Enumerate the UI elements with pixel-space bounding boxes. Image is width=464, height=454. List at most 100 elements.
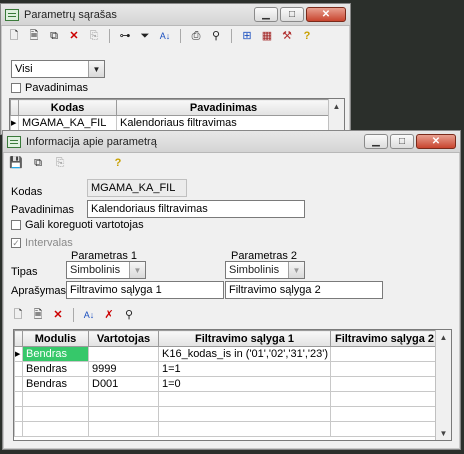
sort-az-icon[interactable]: A↓ <box>158 29 172 43</box>
cell-salyga1[interactable]: 1=0 <box>158 376 331 392</box>
table-row[interactable] <box>14 421 439 437</box>
pavadinimas-label: Pavadinimas <box>11 204 74 216</box>
tipas2-value: Simbolinis <box>229 264 280 276</box>
cell-modulis[interactable]: Bendras <box>22 361 89 377</box>
grid-toolbar: 🗋 🗎 ✕ A↓ ✗ ⚲ <box>11 305 136 325</box>
table-row[interactable] <box>14 391 439 407</box>
close-button[interactable]: ✕ <box>306 7 346 22</box>
hierarchy-icon[interactable]: ⧉ <box>31 156 45 170</box>
maximize-button[interactable]: □ <box>390 134 414 149</box>
parameter-list-window: Parametrų sąrašas ▁ □ ✕ 🗋 🗎 ⧉ ✕ ⎘ ⊶ ⏷ A↓… <box>0 3 351 135</box>
checkbox-label: Gali koreguoti vartotojas <box>25 219 144 231</box>
scroll-down-icon[interactable]: ▼ <box>436 426 451 440</box>
aprasymas-label: Aprašymas <box>11 285 67 297</box>
edit-document-icon[interactable]: 🗎 <box>27 29 41 43</box>
minimize-button[interactable]: ▁ <box>254 7 278 22</box>
cell-vartotojas[interactable]: 9999 <box>88 361 159 377</box>
pavadinimas-field[interactable]: Kalendoriaus filtravimas <box>87 200 305 218</box>
cell-salyga1[interactable]: 1=1 <box>158 361 331 377</box>
table-row[interactable]: Bendras D001 1=0 <box>14 376 439 392</box>
hierarchy-icon[interactable]: ⧉ <box>47 29 61 43</box>
cell-pavadinimas[interactable]: Kalendoriaus filtravimas <box>116 115 331 131</box>
binoculars-icon[interactable]: ⚲ <box>122 308 136 322</box>
tipas1-value: Simbolinis <box>70 264 121 276</box>
kodas-value: MGAMA_KA_FIL <box>91 182 176 194</box>
titlebar[interactable]: Informacija apie parametrą ▁ □ ✕ <box>3 131 460 153</box>
grid-icon[interactable]: ▦ <box>260 29 274 43</box>
tipas1-select[interactable]: Simbolinis ▼ <box>66 261 146 279</box>
cell-salyga2[interactable] <box>330 376 439 392</box>
table-row[interactable]: ▶ MGAMA_KA_FIL Kalendoriaus filtravimas <box>10 115 331 131</box>
table-row[interactable]: Bendras 9999 1=1 <box>14 361 439 377</box>
copy-icon[interactable]: ⎘ <box>87 29 101 43</box>
toolbar-separator <box>109 29 110 43</box>
cell-salyga2[interactable] <box>330 361 439 377</box>
chevron-down-icon[interactable]: ▼ <box>88 61 104 77</box>
name-checkbox[interactable]: Pavadinimas <box>11 82 88 94</box>
network-icon[interactable]: ⊞ <box>240 29 254 43</box>
cell-modulis[interactable]: Bendras <box>22 376 89 392</box>
aprasymas2-value: Filtravimo sąlyga 2 <box>229 284 321 296</box>
tipas2-select[interactable]: Simbolinis ▼ <box>225 261 305 279</box>
tools-icon[interactable]: ⚒ <box>280 29 294 43</box>
close-button[interactable]: ✕ <box>416 134 456 149</box>
cell-vartotojas[interactable] <box>88 346 159 362</box>
column-header-pavadinimas[interactable]: Pavadinimas <box>116 99 331 116</box>
tree-icon[interactable]: ⊶ <box>118 29 132 43</box>
copy-icon[interactable]: ⎘ <box>53 156 67 170</box>
checkbox-box[interactable] <box>11 220 21 230</box>
checkbox-label: Pavadinimas <box>25 82 88 94</box>
cell-salyga2[interactable] <box>330 346 439 362</box>
titlebar[interactable]: Parametrų sąrašas ▁ □ ✕ <box>1 4 350 26</box>
cell-modulis[interactable]: Bendras <box>22 346 89 362</box>
cell-vartotojas[interactable]: D001 <box>88 376 159 392</box>
column-header-kodas[interactable]: Kodas <box>18 99 117 116</box>
save-icon[interactable]: 💾 <box>9 156 23 170</box>
edit-row-icon[interactable]: 🗎 <box>31 308 45 322</box>
column-header-salyga1[interactable]: Filtravimo sąlyga 1 <box>158 330 331 347</box>
checkbox-label: Intervalas <box>25 237 73 249</box>
sort-az-icon[interactable]: A↓ <box>82 308 96 322</box>
row-indicator <box>14 361 23 377</box>
row-indicator <box>14 376 23 392</box>
vertical-scrollbar[interactable]: ▲ <box>328 99 344 131</box>
aprasymas1-field[interactable]: Filtravimo sąlyga 1 <box>66 281 224 299</box>
print-icon[interactable]: ⎙ <box>189 29 203 43</box>
filter-select-value: Visi <box>15 63 33 75</box>
column-header-salyga2[interactable]: Filtravimo sąlyga 2 <box>330 330 439 347</box>
chevron-down-icon[interactable]: ▼ <box>288 262 304 278</box>
new-row-icon[interactable]: 🗋 <box>11 308 25 322</box>
interval-checkbox[interactable]: ✓ Intervalas <box>11 237 73 249</box>
chevron-down-icon[interactable]: ▼ <box>129 262 145 278</box>
column-header-vartotojas[interactable]: Vartotojas <box>88 330 159 347</box>
minimize-button[interactable]: ▁ <box>364 134 388 149</box>
cell-kodas[interactable]: MGAMA_KA_FIL <box>18 115 117 131</box>
table-row[interactable]: ▶ Bendras K16_kodas_is in ('01','02','31… <box>14 346 439 362</box>
toolbar-separator <box>180 29 181 43</box>
clear-filter-icon[interactable]: ✗ <box>102 308 116 322</box>
vertical-scrollbar[interactable]: ▲ ▼ <box>435 330 451 440</box>
maximize-button[interactable]: □ <box>280 7 304 22</box>
help-icon[interactable]: ? <box>111 156 125 170</box>
scroll-up-icon[interactable]: ▲ <box>436 330 451 344</box>
new-document-icon[interactable]: 🗋 <box>7 29 21 43</box>
scroll-up-icon[interactable]: ▲ <box>329 99 344 113</box>
checkbox-box[interactable] <box>11 83 21 93</box>
row-pointer-icon: ▶ <box>10 115 19 131</box>
help-icon[interactable]: ? <box>300 29 314 43</box>
delete-row-icon[interactable]: ✕ <box>51 308 65 322</box>
cell-salyga1[interactable]: K16_kodas_is in ('01','02','31','23') <box>158 346 331 362</box>
filter-select[interactable]: Visi ▼ <box>11 60 105 78</box>
filter-icon[interactable]: ⏷ <box>138 29 152 43</box>
app-icon <box>7 135 21 148</box>
window-title: Parametrų sąrašas <box>24 8 117 21</box>
editable-by-user-checkbox[interactable]: Gali koreguoti vartotojas <box>11 219 144 231</box>
delete-icon[interactable]: ✕ <box>67 29 81 43</box>
aprasymas2-field[interactable]: Filtravimo sąlyga 2 <box>225 281 383 299</box>
row-pointer-icon: ▶ <box>14 346 23 362</box>
tipas-label: Tipas <box>11 266 38 278</box>
table-row[interactable] <box>14 406 439 422</box>
checkbox-box[interactable]: ✓ <box>11 238 21 248</box>
column-header-modulis[interactable]: Modulis <box>22 330 89 347</box>
binoculars-icon[interactable]: ⚲ <box>209 29 223 43</box>
